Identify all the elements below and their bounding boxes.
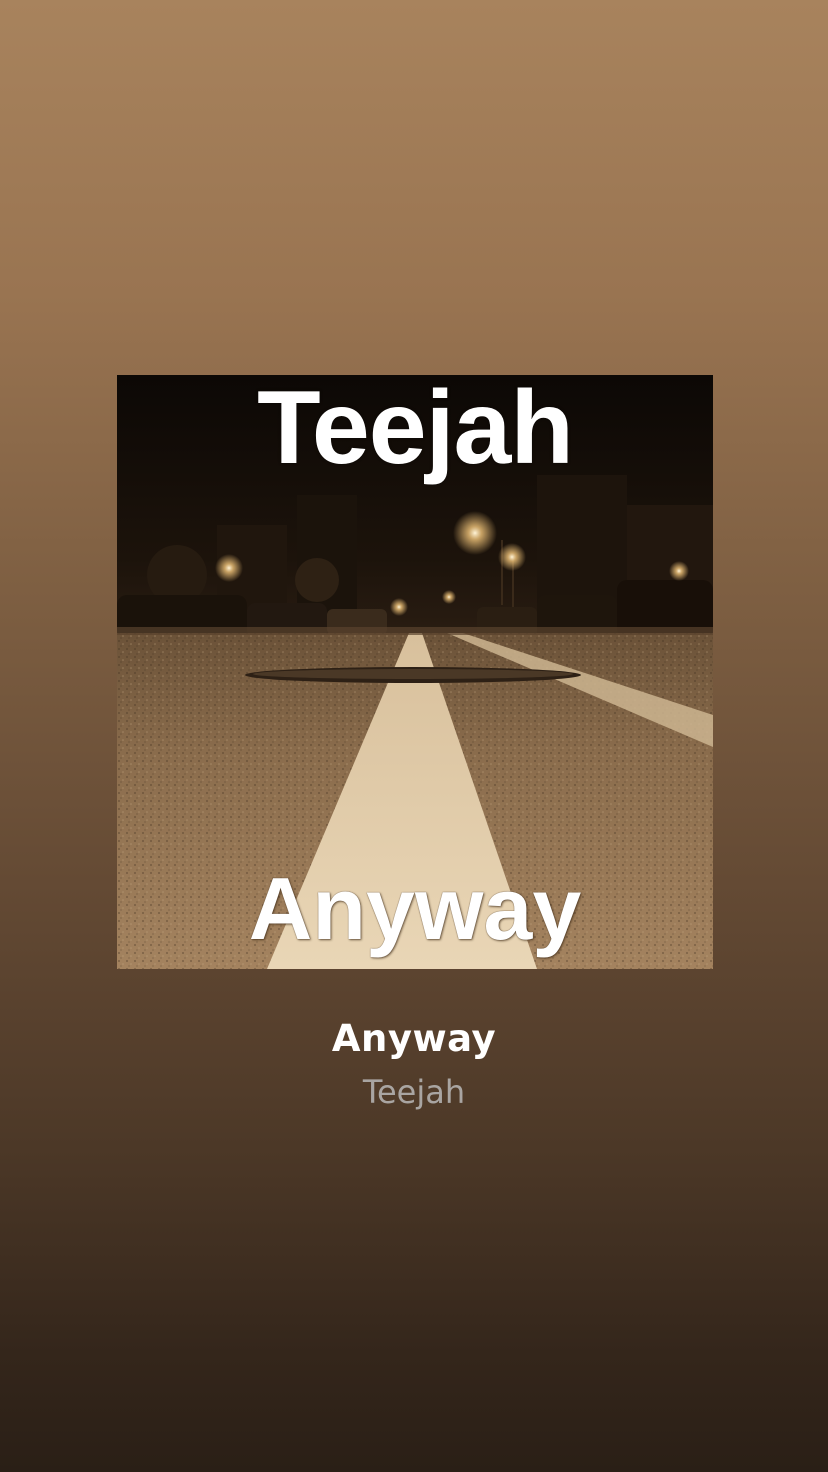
track-title[interactable]: Anyway	[0, 1012, 828, 1066]
cover-title-text: Anyway	[248, 859, 582, 958]
track-info: Anyway Teejah	[0, 1012, 828, 1118]
cover-artist-text: Teejah	[257, 375, 574, 486]
now-playing-screen: Teejah Anyway Anyway Teejah	[0, 0, 828, 1472]
album-cover[interactable]: Teejah Anyway	[117, 375, 713, 969]
track-artist[interactable]: Teejah	[0, 1066, 828, 1118]
